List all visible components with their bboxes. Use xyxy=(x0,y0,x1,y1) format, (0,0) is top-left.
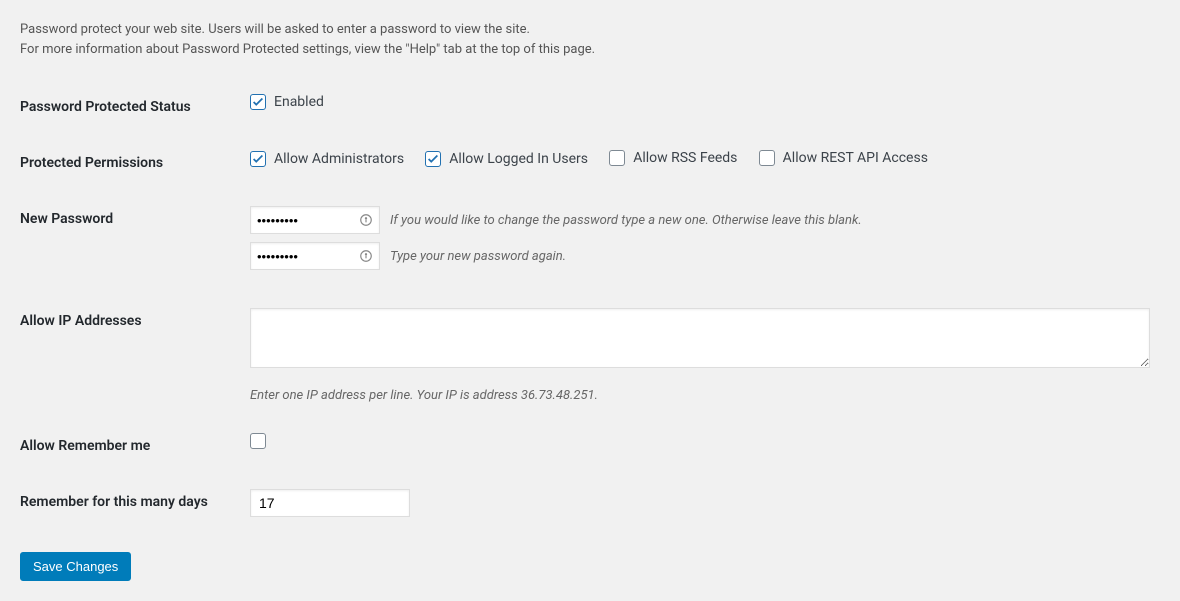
allow-logged-in-checkbox[interactable] xyxy=(425,151,441,167)
remember-days-input[interactable] xyxy=(250,489,410,517)
check-icon xyxy=(251,152,265,166)
allow-admins-label[interactable]: Allow Administrators xyxy=(274,151,404,167)
allow-logged-in-label[interactable]: Allow Logged In Users xyxy=(449,151,588,167)
allow-rest-api-checkbox[interactable] xyxy=(759,150,775,166)
new-password-desc1: If you would like to change the password… xyxy=(390,213,862,228)
key-icon xyxy=(358,248,374,264)
enabled-checkbox[interactable] xyxy=(250,94,266,110)
permissions-label: Protected Permissions xyxy=(20,135,240,191)
allow-rss-label[interactable]: Allow RSS Feeds xyxy=(633,150,737,166)
enabled-checkbox-label[interactable]: Enabled xyxy=(274,94,324,110)
allow-rss-checkbox[interactable] xyxy=(609,150,625,166)
key-icon xyxy=(358,212,374,228)
allow-ip-textarea[interactable] xyxy=(250,308,1150,368)
remember-me-label: Allow Remember me xyxy=(20,418,240,474)
confirm-password-desc: Type your new password again. xyxy=(390,249,566,264)
allow-admins-checkbox[interactable] xyxy=(250,151,266,167)
remember-me-checkbox[interactable] xyxy=(250,433,266,449)
status-label: Password Protected Status xyxy=(20,79,240,135)
allow-rest-api-label[interactable]: Allow REST API Access xyxy=(783,150,928,166)
allow-ip-label: Allow IP Addresses xyxy=(20,293,240,418)
new-password-label: New Password xyxy=(20,191,240,293)
allow-ip-desc: Enter one IP address per line. Your IP i… xyxy=(250,388,1150,403)
remember-days-label: Remember for this many days xyxy=(20,474,240,532)
intro-line-1: Password protect your web site. Users wi… xyxy=(20,22,530,37)
save-changes-button[interactable]: Save Changes xyxy=(20,552,131,581)
intro-line-2: For more information about Password Prot… xyxy=(20,42,595,57)
check-icon xyxy=(426,152,440,166)
check-icon xyxy=(251,95,265,109)
intro-text: Password protect your web site. Users wi… xyxy=(20,20,1160,59)
